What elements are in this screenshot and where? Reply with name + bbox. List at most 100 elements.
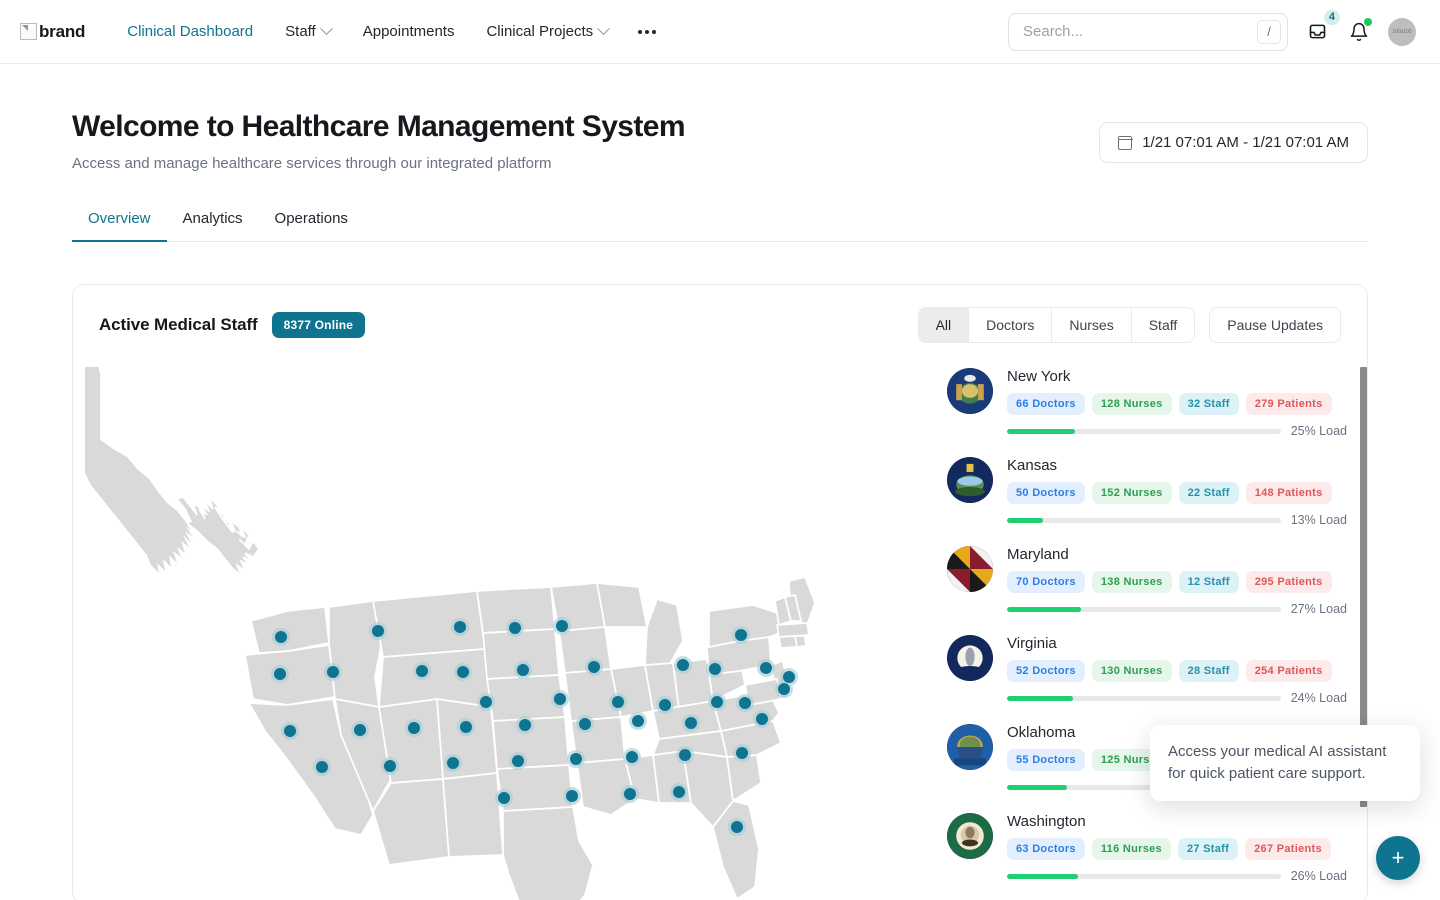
chip-nurses: 116 Nurses	[1091, 838, 1171, 860]
load-label: 13% Load	[1290, 513, 1347, 527]
us-staff-map[interactable]	[73, 359, 947, 900]
list-scrollbar[interactable]	[1360, 367, 1367, 900]
state-load-row: 27% Load	[1007, 602, 1347, 616]
nav-item-clinical-dashboard[interactable]: Clinical Dashboard	[111, 15, 269, 48]
load-progress-bar	[1007, 606, 1281, 612]
load-label: 24% Load	[1290, 691, 1347, 705]
chip-staff: 28 Staff	[1178, 660, 1239, 682]
inbox-icon	[1309, 24, 1325, 39]
date-range-value: 1/21 07:01 AM - 1/21 07:01 AM	[1142, 134, 1349, 151]
state-row[interactable]: New York 66 Doctors 128 Nurses 32 Staff 279 …	[947, 359, 1347, 448]
chip-doctors: 70 Doctors	[1007, 571, 1085, 593]
load-progress-bar	[1007, 428, 1281, 434]
active-medical-staff-card: Active Medical Staff 8377 Online All Doc…	[72, 284, 1368, 900]
chip-nurses: 130 Nurses	[1091, 660, 1172, 682]
state-list-scroll-area[interactable]: New York 66 Doctors 128 Nurses 32 Staff 279 …	[947, 359, 1355, 900]
nav-label: Appointments	[362, 23, 455, 40]
search-container[interactable]: /	[1008, 12, 1288, 51]
search-input[interactable]	[1023, 23, 1257, 40]
chip-nurses: 128 Nurses	[1091, 393, 1172, 415]
inbox-badge-count: 4	[1323, 9, 1340, 25]
load-label: 26% Load	[1290, 869, 1347, 883]
chip-doctors: 63 Doctors	[1007, 838, 1085, 860]
state-info: New York 66 Doctors 128 Nurses 32 Staff 279 …	[1007, 368, 1347, 438]
ai-assistant-fab-button[interactable]: +	[1376, 836, 1420, 880]
card-body: New York 66 Doctors 128 Nurses 32 Staff 279 …	[73, 359, 1367, 900]
chip-staff: 22 Staff	[1178, 482, 1239, 504]
state-row[interactable]: Maryland 70 Doctors 138 Nurses 12 Staff 295 …	[947, 537, 1347, 626]
state-info: Kansas 50 Doctors 152 Nurses 22 Staff 148 Pa…	[1007, 457, 1347, 527]
nav-label: Staff	[285, 23, 316, 40]
chip-staff: 32 Staff	[1178, 393, 1239, 415]
pause-updates-button[interactable]: Pause Updates	[1209, 307, 1341, 343]
state-name: Kansas	[1007, 457, 1058, 474]
chip-staff: 27 Staff	[1177, 838, 1239, 860]
filter-staff[interactable]: Staff	[1131, 308, 1195, 342]
notifications-button[interactable]	[1346, 17, 1372, 45]
state-row[interactable]: Kansas 50 Doctors 152 Nurses 22 Staff 148 Pa…	[947, 448, 1347, 537]
state-flag-oklahoma-icon	[947, 724, 993, 770]
state-metric-chips: 63 Doctors 116 Nurses 27 Staff 267 Patients	[1007, 838, 1347, 860]
ellipsis-icon	[638, 29, 643, 34]
filter-all[interactable]: All	[918, 308, 970, 342]
nav-right-cluster: / 4 100x100	[1008, 9, 1416, 51]
chevron-down-icon	[597, 22, 611, 36]
broken-image-icon	[20, 23, 37, 40]
nav-item-appointments[interactable]: Appointments	[347, 15, 471, 48]
state-load-row: 25% Load	[1007, 424, 1347, 438]
top-navigation-bar: brand Clinical Dashboard Staff Appointme…	[0, 0, 1440, 64]
state-name: Maryland	[1007, 546, 1069, 563]
card-title: Active Medical Staff	[99, 315, 258, 334]
user-avatar[interactable]: 100x100	[1388, 17, 1416, 46]
state-row[interactable]: STATE OF OREGONOregon46 Doctors122 Nurse…	[947, 893, 1347, 900]
chip-doctors: 50 Doctors	[1007, 482, 1085, 504]
page-header-text: Welcome to Healthcare Management System …	[72, 108, 686, 172]
state-row[interactable]: Washington 63 Doctors 116 Nurses 27 Staff 26…	[947, 804, 1347, 893]
ellipsis-icon	[645, 29, 650, 34]
state-load-row: 26% Load	[1007, 869, 1347, 883]
card-header-controls: All Doctors Nurses Staff Pause Updates	[917, 307, 1341, 343]
ai-assistant-tooltip: Access your medical AI assistant for qui…	[1150, 725, 1420, 801]
state-flag-washington-icon	[947, 813, 993, 859]
state-metric-chips: 70 Doctors 138 Nurses 12 Staff 295 Patients	[1007, 571, 1347, 593]
page-subtitle: Access and manage healthcare services th…	[72, 155, 552, 172]
chip-nurses: 152 Nurses	[1091, 482, 1172, 504]
nav-item-clinical-projects[interactable]: Clinical Projects	[470, 15, 624, 48]
filter-doctors[interactable]: Doctors	[969, 308, 1053, 342]
brand-logo[interactable]: brand	[20, 22, 85, 42]
load-progress-bar	[1007, 517, 1281, 523]
inbox-button[interactable]: 4	[1304, 9, 1340, 45]
tab-overview[interactable]: Overview	[72, 202, 167, 242]
chip-doctors: 52 Doctors	[1007, 660, 1085, 682]
chip-patients: 148 Patients	[1245, 482, 1332, 504]
date-range-picker[interactable]: 1/21 07:01 AM - 1/21 07:01 AM	[1099, 122, 1368, 163]
chip-patients: 267 Patients	[1245, 838, 1331, 860]
tab-analytics[interactable]: Analytics	[167, 202, 259, 242]
state-row[interactable]: Virginia 52 Doctors 130 Nurses 28 Staff 254 …	[947, 626, 1347, 715]
tab-operations[interactable]: Operations	[259, 202, 364, 242]
card-header: Active Medical Staff 8377 Online All Doc…	[73, 285, 1367, 359]
chip-nurses: 138 Nurses	[1091, 571, 1172, 593]
map-usa-paths	[244, 576, 816, 900]
state-flag-newyork-icon	[947, 368, 993, 414]
nav-overflow-menu-button[interactable]	[624, 22, 670, 42]
staff-type-filter-group: All Doctors Nurses Staff	[917, 307, 1196, 343]
nav-item-staff[interactable]: Staff	[269, 15, 347, 48]
brand-alt-text: brand	[39, 21, 86, 41]
state-info: Washington 63 Doctors 116 Nurses 27 Staff 26…	[1007, 813, 1347, 883]
online-count-badge: 8377 Online	[271, 312, 366, 338]
tab-bar: Overview Analytics Operations	[72, 202, 1368, 242]
state-name: New York	[1007, 368, 1071, 385]
page-header: Welcome to Healthcare Management System …	[72, 64, 1368, 172]
state-flag-maryland-icon	[947, 546, 993, 592]
load-progress-bar	[1007, 873, 1281, 879]
state-staff-list[interactable]: New York 66 Doctors 128 Nurses 32 Staff 279 …	[947, 359, 1367, 900]
load-label: 27% Load	[1290, 602, 1347, 616]
chip-patients: 254 Patients	[1245, 660, 1332, 682]
state-load-row: 13% Load	[1007, 513, 1347, 527]
state-metric-chips: 66 Doctors 128 Nurses 32 Staff 279 Patients	[1007, 393, 1347, 415]
state-flag-kansas-icon	[947, 457, 993, 503]
chip-patients: 279 Patients	[1245, 393, 1332, 415]
filter-nurses[interactable]: Nurses	[1052, 308, 1132, 342]
state-info: Virginia 52 Doctors 130 Nurses 28 Staff 254 …	[1007, 635, 1347, 705]
